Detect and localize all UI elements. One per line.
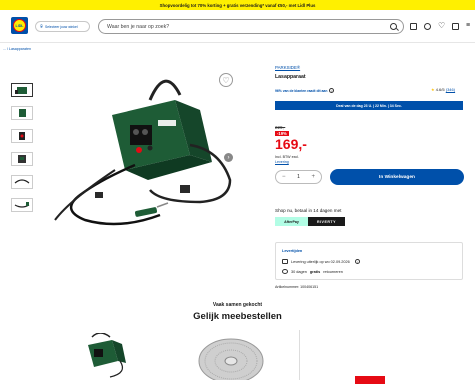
review-count-link[interactable]: (346)	[446, 87, 455, 92]
store-flyer-icon[interactable]	[410, 23, 417, 30]
paylater-title: Shop nu, betaal in 14 dagen met	[275, 208, 342, 213]
add-to-cart-button[interactable]: In Winkelwagen	[330, 169, 464, 185]
rating[interactable]: ★ 4.6/5 (346)	[431, 87, 455, 92]
select-store-button[interactable]: ⌾ Selecteer jouw winkel	[35, 21, 90, 32]
old-price: 229,-	[275, 125, 286, 130]
thumbnail-item[interactable]	[11, 106, 33, 120]
return-row: 30 dagen gratis retourneren	[282, 269, 343, 274]
recommendation-image[interactable]	[80, 332, 130, 380]
product-title: Lasapparaat	[275, 74, 306, 80]
btw-note: Incl. BTW excl.	[275, 155, 299, 159]
search-placeholder: Waar ben je naar op zoek?	[107, 23, 170, 30]
product-image[interactable]	[40, 70, 240, 235]
deal-banner: Deal van de dag 23 U. | 22 Min. | 34 Sec…	[275, 101, 463, 110]
recommend-text: 96% van de klanten raadt dit aan i	[275, 88, 335, 93]
thumbnail-item[interactable]	[11, 198, 33, 212]
star-icon: ★	[431, 87, 435, 92]
return-free: gratis	[309, 269, 321, 274]
recommendation-image[interactable]	[195, 333, 267, 384]
quantity-value[interactable]: 1	[297, 174, 300, 180]
recommendation-subtitle: Vaak samen gekocht	[212, 302, 263, 308]
return-prefix: 30 dagen	[291, 269, 307, 274]
riverty-logo: RIVERTY	[308, 217, 345, 226]
afterpay-logo: AfterPay	[275, 217, 308, 226]
quantity-stepper[interactable]: − 1 +	[275, 170, 322, 184]
thumbnail-item[interactable]	[11, 129, 33, 143]
recommendation-title: Gelijk meebestellen	[193, 311, 282, 322]
chevron-right-icon[interactable]: ›	[224, 153, 233, 162]
logo-text: LIDL	[13, 19, 26, 32]
increment-button[interactable]: +	[311, 174, 315, 180]
truck-icon	[282, 259, 288, 264]
recommend-label: 96% van de klanten raadt dit aan	[275, 89, 328, 93]
decrement-button[interactable]: −	[282, 174, 286, 180]
brand-link[interactable]: PARKSIDE®	[275, 65, 300, 70]
thumbnail-item[interactable]	[11, 83, 33, 97]
rating-value: 4.6/5	[435, 87, 445, 92]
thumbnail-item[interactable]	[11, 152, 33, 166]
return-icon	[282, 269, 288, 274]
divider	[299, 330, 300, 380]
store-button-label: Selecteer jouw winkel	[45, 24, 78, 29]
breadcrumb[interactable]: ... / Lasapparaten	[3, 47, 31, 51]
delivery-date: Levering uiterlijk op wo 02.09.2026	[291, 259, 350, 264]
delivery-link[interactable]: Levering	[275, 160, 289, 164]
thumbnail-item[interactable]	[11, 175, 33, 189]
price: 169,-	[275, 136, 307, 152]
info-icon[interactable]: i	[329, 88, 335, 93]
delivery-info: Levertijden Levering uiterlijk op wo 02.…	[275, 242, 463, 280]
wishlist-heart-icon[interactable]: ♡	[219, 73, 233, 87]
return-suffix: retourneren	[323, 269, 343, 274]
article-number: Artikelnummer: 100406151	[275, 285, 319, 289]
lidl-logo[interactable]: LIDL	[11, 17, 28, 34]
cart-icon[interactable]	[452, 23, 459, 30]
delivery-date-row: Levering uiterlijk op wo 02.09.2026 i	[282, 259, 360, 264]
promo-banner[interactable]: Shopvoordelig tot 70% korting + gratis v…	[0, 0, 475, 10]
wishlist-icon[interactable]: ♡	[438, 22, 445, 30]
promo-badge	[355, 376, 385, 384]
menu-icon[interactable]: ≡	[466, 22, 473, 30]
location-pin-icon: ⌾	[40, 23, 44, 30]
account-icon[interactable]	[424, 23, 431, 30]
search-input[interactable]: Waar ben je naar op zoek?	[98, 19, 404, 34]
delivery-title: Levertijden	[282, 249, 303, 253]
info-icon[interactable]: i	[354, 259, 360, 264]
search-icon[interactable]	[390, 23, 397, 30]
thumbnail-list	[11, 83, 33, 221]
